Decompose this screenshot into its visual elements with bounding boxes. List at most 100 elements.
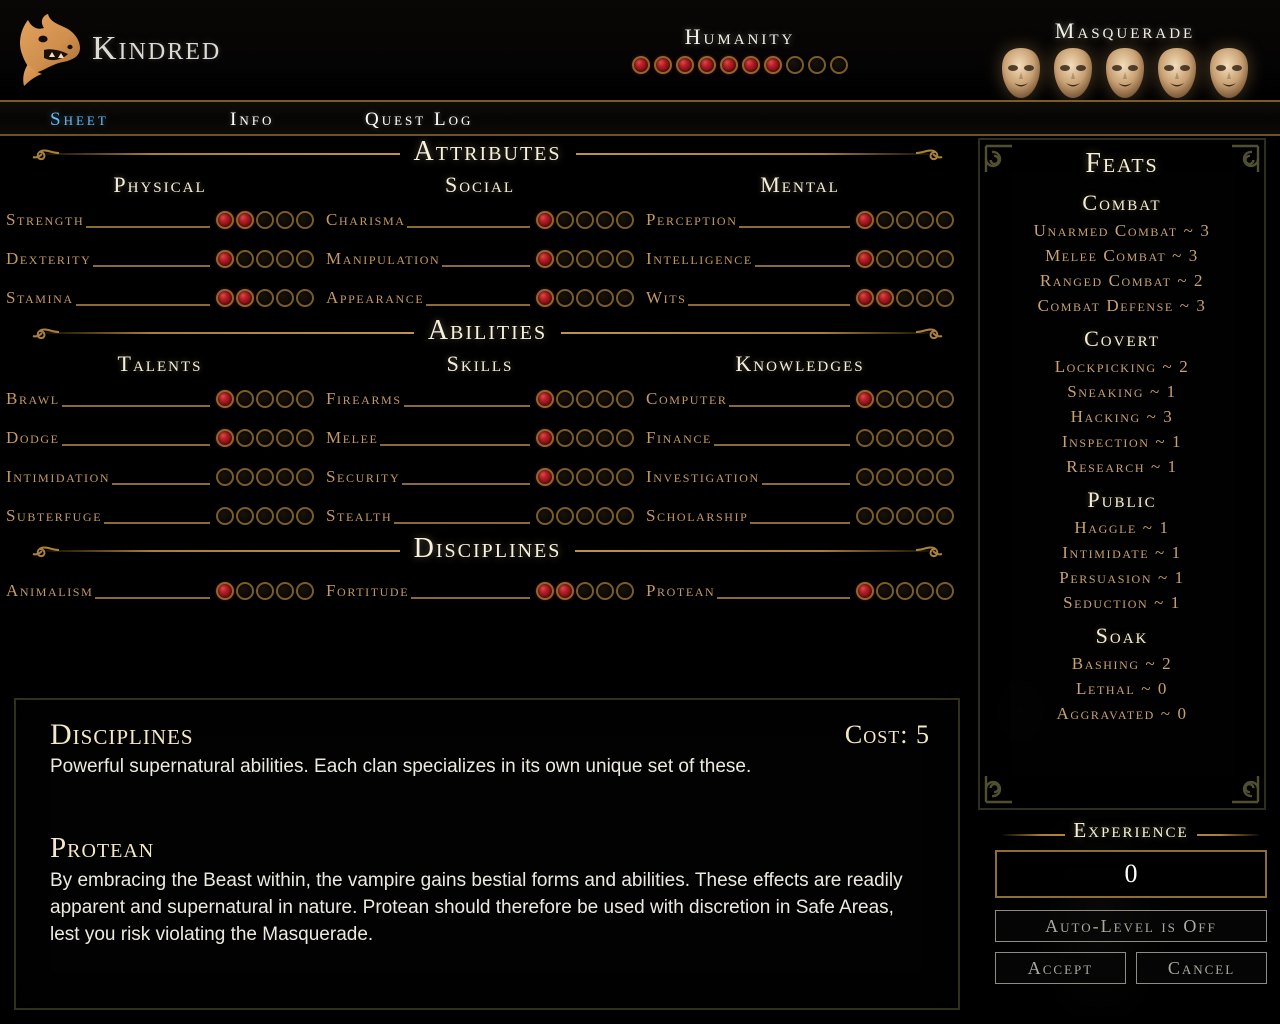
pip[interactable] — [536, 249, 554, 268]
fortitude-pips[interactable] — [536, 581, 640, 600]
computer-pips[interactable] — [856, 389, 960, 408]
pip[interactable] — [596, 428, 614, 447]
security-pips[interactable] — [536, 467, 640, 486]
pip[interactable] — [616, 581, 634, 600]
pip[interactable] — [536, 467, 554, 486]
stat-dodge[interactable]: Dodge — [0, 428, 320, 448]
pip[interactable] — [896, 210, 914, 229]
pip[interactable] — [256, 467, 274, 486]
pip[interactable] — [216, 467, 234, 486]
pip[interactable] — [576, 467, 594, 486]
pip[interactable] — [556, 249, 574, 268]
scholarship-pips[interactable] — [856, 506, 960, 525]
pip[interactable] — [936, 581, 954, 600]
stat-animalism[interactable]: Animalism — [0, 581, 320, 601]
pip[interactable] — [616, 249, 634, 268]
pip[interactable] — [936, 506, 954, 525]
pip[interactable] — [236, 288, 254, 307]
firearms-pips[interactable] — [536, 389, 640, 408]
pip[interactable] — [596, 288, 614, 307]
pip[interactable] — [856, 389, 874, 408]
pip[interactable] — [296, 389, 314, 408]
stamina-pips[interactable] — [216, 288, 320, 307]
pip[interactable] — [916, 467, 934, 486]
accept-button[interactable]: Accept — [995, 952, 1126, 984]
dodge-pips[interactable] — [216, 428, 320, 447]
pip[interactable] — [596, 249, 614, 268]
stat-melee[interactable]: Melee — [320, 428, 640, 448]
pip[interactable] — [236, 506, 254, 525]
pip[interactable] — [916, 506, 934, 525]
pip[interactable] — [936, 428, 954, 447]
stat-dexterity[interactable]: Dexterity — [0, 249, 320, 269]
stat-computer[interactable]: Computer — [640, 389, 960, 409]
stat-stealth[interactable]: Stealth — [320, 506, 640, 526]
pip[interactable] — [276, 581, 294, 600]
pip[interactable] — [536, 288, 554, 307]
pip[interactable] — [296, 581, 314, 600]
pip[interactable] — [596, 389, 614, 408]
wits-pips[interactable] — [856, 288, 960, 307]
animalism-pips[interactable] — [216, 581, 320, 600]
stat-firearms[interactable]: Firearms — [320, 389, 640, 409]
pip[interactable] — [576, 506, 594, 525]
stat-stamina[interactable]: Stamina — [0, 288, 320, 308]
pip[interactable] — [236, 428, 254, 447]
pip[interactable] — [876, 389, 894, 408]
pip[interactable] — [616, 389, 634, 408]
pip[interactable] — [616, 428, 634, 447]
tab-info[interactable]: Info — [230, 109, 274, 131]
pip[interactable] — [936, 467, 954, 486]
dexterity-pips[interactable] — [216, 249, 320, 268]
pip[interactable] — [916, 581, 934, 600]
pip[interactable] — [856, 210, 874, 229]
stat-scholarship[interactable]: Scholarship — [640, 506, 960, 526]
pip[interactable] — [876, 249, 894, 268]
pip[interactable] — [576, 389, 594, 408]
pip[interactable] — [236, 467, 254, 486]
perception-pips[interactable] — [856, 210, 960, 229]
stealth-pips[interactable] — [536, 506, 640, 525]
pip[interactable] — [876, 288, 894, 307]
cancel-button[interactable]: Cancel — [1136, 952, 1267, 984]
pip[interactable] — [856, 467, 874, 486]
pip[interactable] — [276, 210, 294, 229]
pip[interactable] — [276, 288, 294, 307]
pip[interactable] — [576, 288, 594, 307]
pip[interactable] — [876, 506, 894, 525]
pip[interactable] — [216, 428, 234, 447]
pip[interactable] — [896, 506, 914, 525]
auto-level-toggle-button[interactable]: Auto-Level is Off — [995, 910, 1267, 942]
pip[interactable] — [236, 249, 254, 268]
pip[interactable] — [876, 467, 894, 486]
pip[interactable] — [216, 249, 234, 268]
pip[interactable] — [916, 428, 934, 447]
tab-sheet[interactable]: Sheet — [50, 109, 109, 131]
pip[interactable] — [296, 467, 314, 486]
pip[interactable] — [616, 288, 634, 307]
pip[interactable] — [256, 288, 274, 307]
pip[interactable] — [916, 288, 934, 307]
stat-manipulation[interactable]: Manipulation — [320, 249, 640, 269]
manipulation-pips[interactable] — [536, 249, 640, 268]
pip[interactable] — [256, 210, 274, 229]
pip[interactable] — [556, 428, 574, 447]
pip[interactable] — [296, 506, 314, 525]
pip[interactable] — [236, 581, 254, 600]
pip[interactable] — [596, 210, 614, 229]
pip[interactable] — [616, 467, 634, 486]
pip[interactable] — [876, 581, 894, 600]
stat-intelligence[interactable]: Intelligence — [640, 249, 960, 269]
appearance-pips[interactable] — [536, 288, 640, 307]
stat-security[interactable]: Security — [320, 467, 640, 487]
pip[interactable] — [296, 249, 314, 268]
pip[interactable] — [896, 389, 914, 408]
pip[interactable] — [936, 210, 954, 229]
pip[interactable] — [536, 389, 554, 408]
pip[interactable] — [296, 210, 314, 229]
pip[interactable] — [916, 210, 934, 229]
pip[interactable] — [536, 428, 554, 447]
pip[interactable] — [276, 428, 294, 447]
pip[interactable] — [556, 467, 574, 486]
tab-quest-log[interactable]: Quest Log — [365, 109, 473, 131]
